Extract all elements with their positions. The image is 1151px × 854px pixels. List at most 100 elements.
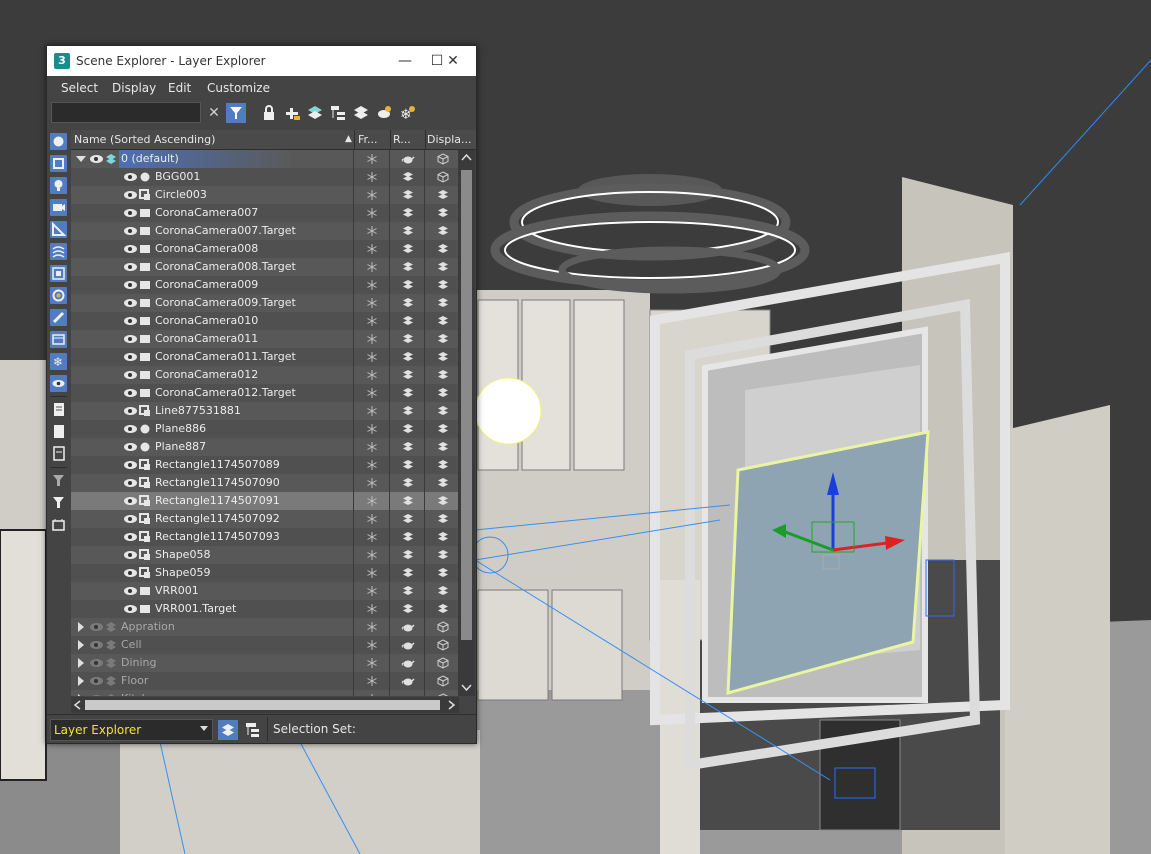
layer-row[interactable]: 0 (default)	[71, 150, 459, 168]
clear-search-icon[interactable]: ✕	[204, 103, 224, 123]
name-cell[interactable]: Dining	[71, 654, 353, 672]
display-stack-icon[interactable]	[425, 438, 459, 456]
tree-row[interactable]: Shape058	[71, 546, 459, 564]
visibility-eye-icon[interactable]	[124, 299, 137, 307]
visibility-eye-icon[interactable]	[124, 587, 137, 595]
renderable-stack-icon[interactable]	[390, 348, 425, 366]
display-stack-icon[interactable]	[425, 384, 459, 402]
visibility-eye-icon[interactable]	[90, 623, 103, 631]
tree-row[interactable]: CoronaCamera009.Target	[71, 294, 459, 312]
display-box-icon[interactable]	[425, 690, 459, 696]
hierarchy-mode-button[interactable]	[242, 720, 262, 740]
tree-row[interactable]: CoronaCamera009	[71, 276, 459, 294]
tree-row[interactable]: Shape059	[71, 564, 459, 582]
tree-row[interactable]: VRR001	[71, 582, 459, 600]
vertical-scroll-thumb[interactable]	[461, 170, 472, 640]
tree-row[interactable]: Circle003	[71, 186, 459, 204]
freeze-toggle-icon[interactable]	[354, 474, 389, 492]
column-display-header[interactable]: Displa...	[427, 130, 475, 149]
visibility-eye-icon[interactable]	[124, 389, 137, 397]
visibility-eye-icon[interactable]	[90, 155, 103, 163]
tree-row[interactable]: CoronaCamera012.Target	[71, 384, 459, 402]
teapot-layer-icon[interactable]	[374, 103, 394, 123]
tree-row[interactable]: Rectangle1174507092	[71, 510, 459, 528]
renderable-stack-icon[interactable]	[390, 384, 425, 402]
menu-customize[interactable]: Customize	[207, 81, 270, 95]
display-stack-icon[interactable]	[425, 456, 459, 474]
visibility-eye-icon[interactable]	[124, 173, 137, 181]
renderable-stack-icon[interactable]	[390, 564, 425, 582]
display-stack-icon[interactable]	[425, 312, 459, 330]
tree-row[interactable]: CoronaCamera011	[71, 330, 459, 348]
freeze-toggle-icon[interactable]	[354, 582, 389, 600]
geometry-icon[interactable]	[50, 133, 67, 150]
display-stack-icon[interactable]	[425, 510, 459, 528]
display-stack-icon[interactable]	[425, 366, 459, 384]
renderable-stack-icon[interactable]	[390, 366, 425, 384]
freeze-toggle-icon[interactable]	[354, 366, 389, 384]
name-cell[interactable]: VRR001	[71, 582, 353, 600]
name-cell[interactable]: CoronaCamera008.Target	[71, 258, 353, 276]
add-layer-icon[interactable]	[282, 103, 302, 123]
visibility-eye-icon[interactable]	[124, 371, 137, 379]
name-cell[interactable]: CoronaCamera008	[71, 240, 353, 258]
renderable-teapot-icon[interactable]	[390, 150, 425, 168]
name-cell[interactable]: Circle003	[71, 186, 353, 204]
visibility-eye-icon[interactable]	[124, 461, 137, 469]
display-box-icon[interactable]	[425, 150, 459, 168]
name-cell[interactable]: Appration	[71, 618, 353, 636]
frozen-icon[interactable]: ❄	[50, 353, 67, 370]
menu-edit[interactable]: Edit	[168, 81, 191, 95]
visibility-eye-icon[interactable]	[124, 245, 137, 253]
freeze-toggle-icon[interactable]	[354, 240, 389, 258]
display-stack-icon[interactable]	[425, 222, 459, 240]
display-children-icon[interactable]	[50, 516, 67, 533]
name-cell[interactable]: CoronaCamera010	[71, 312, 353, 330]
filter-icon[interactable]	[226, 103, 246, 123]
freeze-toggle-icon[interactable]	[354, 420, 389, 438]
freeze-toggle-icon[interactable]	[354, 690, 389, 696]
display-box-icon[interactable]	[425, 618, 459, 636]
column-renderable-header[interactable]: R...	[393, 130, 423, 149]
renderable-teapot-icon[interactable]	[390, 672, 425, 690]
renderable-teapot-icon[interactable]	[390, 654, 425, 672]
name-cell[interactable]: VRR001.Target	[71, 600, 353, 618]
freeze-toggle-icon[interactable]	[354, 618, 389, 636]
name-cell[interactable]: CoronaCamera012	[71, 366, 353, 384]
renderable-teapot-icon[interactable]	[390, 636, 425, 654]
menu-select[interactable]: Select	[61, 81, 98, 95]
renderable-stack-icon[interactable]	[390, 186, 425, 204]
freeze-toggle-icon[interactable]	[354, 312, 389, 330]
display-stack-icon[interactable]	[425, 330, 459, 348]
spacewarps-icon[interactable]	[50, 243, 67, 260]
tree-row[interactable]: CoronaCamera007	[71, 204, 459, 222]
layer-row[interactable]: Dining	[71, 654, 459, 672]
chevron-down-icon[interactable]	[200, 726, 208, 731]
name-cell[interactable]: CoronaCamera009	[71, 276, 353, 294]
name-cell[interactable]: Floor	[71, 672, 353, 690]
renderable-stack-icon[interactable]	[390, 582, 425, 600]
tree-row[interactable]: VRR001.Target	[71, 600, 459, 618]
display-box-icon[interactable]	[425, 672, 459, 690]
display-stack-icon[interactable]	[425, 492, 459, 510]
tree-row[interactable]: Rectangle1174507093	[71, 528, 459, 546]
name-cell[interactable]: Rectangle1174507092	[71, 510, 353, 528]
name-cell[interactable]: 0 (default)	[71, 150, 353, 168]
close-button[interactable]: ✕	[438, 50, 468, 72]
layer-icon[interactable]	[351, 103, 371, 123]
visibility-eye-icon[interactable]	[124, 515, 137, 523]
freeze-toggle-icon[interactable]	[354, 168, 389, 186]
name-cell[interactable]: Rectangle1174507091	[71, 492, 353, 510]
freeze-toggle-icon[interactable]	[354, 402, 389, 420]
freeze-toggle-icon[interactable]	[354, 654, 389, 672]
renderable-stack-icon[interactable]	[390, 474, 425, 492]
select-all-icon[interactable]	[50, 401, 67, 418]
xrefs-icon[interactable]	[50, 287, 67, 304]
name-cell[interactable]: Shape059	[71, 564, 353, 582]
hierarchy-icon[interactable]	[328, 103, 348, 123]
visibility-eye-icon[interactable]	[124, 497, 137, 505]
renderable-stack-icon[interactable]	[390, 528, 425, 546]
renderable-stack-icon[interactable]	[390, 456, 425, 474]
freeze-toggle-icon[interactable]	[354, 384, 389, 402]
renderable-stack-icon[interactable]	[390, 258, 425, 276]
